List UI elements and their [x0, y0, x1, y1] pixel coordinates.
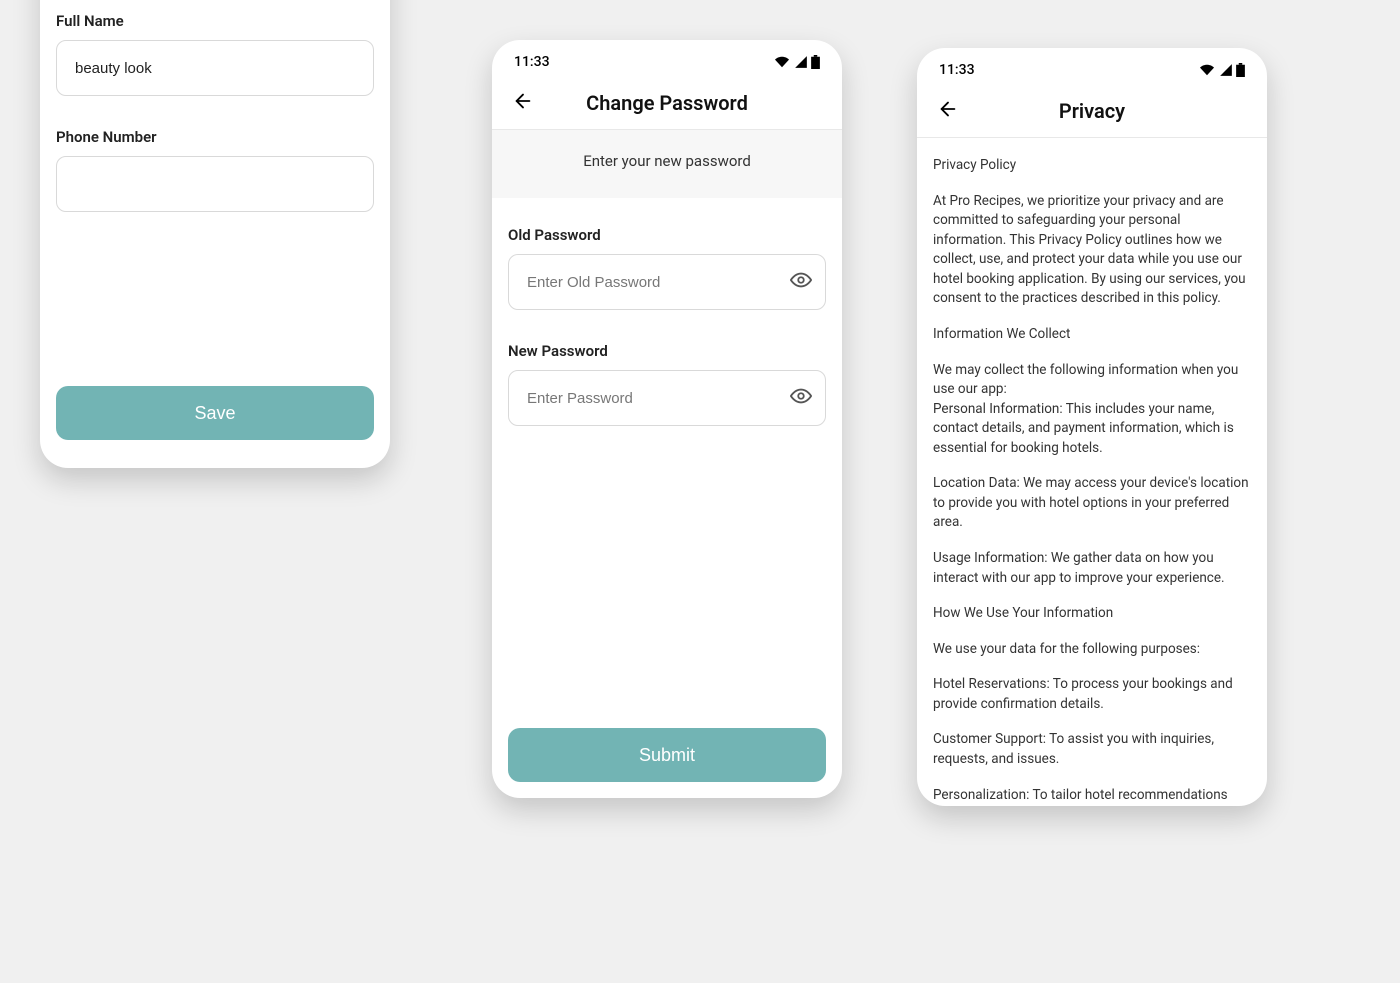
full-name-input[interactable] — [56, 40, 374, 96]
save-button[interactable]: Save — [56, 386, 374, 440]
policy-paragraph: Customer Support: To assist you with inq… — [933, 730, 1251, 769]
policy-paragraph: Personalization: To tailor hotel recomme… — [933, 786, 1251, 807]
new-password-label: New Password — [508, 342, 826, 360]
full-name-label: Full Name — [56, 12, 374, 30]
policy-paragraph: Hotel Reservations: To process your book… — [933, 675, 1251, 714]
policy-heading: How We Use Your Information — [933, 604, 1251, 624]
signal-icon — [1218, 63, 1234, 77]
eye-icon — [790, 385, 812, 407]
phone-privacy: 11:33 Privacy Privacy Policy At Pro Reci… — [917, 48, 1267, 806]
status-icons — [773, 55, 820, 69]
battery-icon — [1236, 63, 1245, 77]
policy-paragraph: We use your data for the following purpo… — [933, 640, 1251, 660]
signal-icon — [793, 55, 809, 69]
eye-icon — [790, 269, 812, 291]
phone-number-label: Phone Number — [56, 128, 374, 146]
phone-change-password: 11:33 Change Password Enter your new pas… — [492, 40, 842, 798]
old-password-label: Old Password — [508, 226, 826, 244]
back-button[interactable] — [933, 94, 963, 128]
arrow-left-icon — [937, 98, 959, 120]
status-time: 11:33 — [939, 62, 975, 78]
privacy-policy-body[interactable]: Privacy Policy At Pro Recipes, we priori… — [917, 138, 1267, 806]
status-bar: 11:33 — [917, 56, 1267, 84]
password-form: Old Password New Password — [492, 198, 842, 426]
phone-profile-edit: Full Name Phone Number Save — [40, 0, 390, 468]
battery-icon — [811, 55, 820, 69]
status-bar: 11:33 — [492, 48, 842, 76]
policy-heading: Privacy Policy — [933, 156, 1251, 176]
policy-paragraph: Location Data: We may access your device… — [933, 474, 1251, 533]
policy-paragraph: At Pro Recipes, we prioritize your priva… — [933, 192, 1251, 309]
page-title: Change Password — [586, 91, 748, 115]
instruction-text: Enter your new password — [492, 130, 842, 198]
wifi-icon — [1198, 63, 1216, 77]
toggle-old-password-visibility[interactable] — [790, 269, 812, 295]
policy-heading: Information We Collect — [933, 325, 1251, 345]
back-button[interactable] — [508, 86, 538, 120]
header: Change Password — [492, 76, 842, 130]
arrow-left-icon — [512, 90, 534, 112]
new-password-input[interactable] — [508, 370, 826, 426]
toggle-new-password-visibility[interactable] — [790, 385, 812, 411]
status-icons — [1198, 63, 1245, 77]
old-password-input[interactable] — [508, 254, 826, 310]
wifi-icon — [773, 55, 791, 69]
policy-paragraph: Usage Information: We gather data on how… — [933, 549, 1251, 588]
phone-number-input[interactable] — [56, 156, 374, 212]
submit-button[interactable]: Submit — [508, 728, 826, 782]
profile-form: Full Name Phone Number — [40, 0, 390, 212]
header: Privacy — [917, 84, 1267, 138]
policy-paragraph: We may collect the following information… — [933, 361, 1251, 459]
status-time: 11:33 — [514, 54, 550, 70]
page-title: Privacy — [1059, 99, 1125, 123]
